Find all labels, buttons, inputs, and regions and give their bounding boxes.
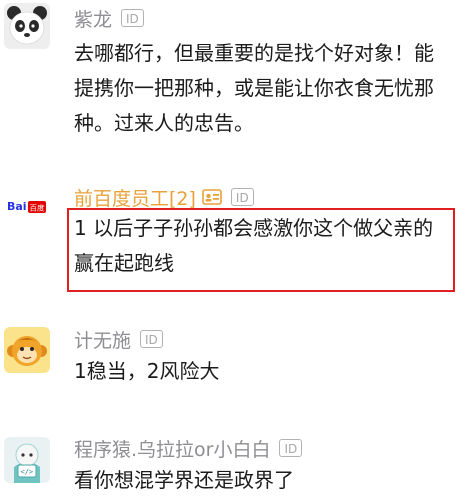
comment-content: 1 以后子子孙孙都会感激你这个做父亲的 赢在起跑线	[74, 216, 434, 275]
username[interactable]: 程序猿.乌拉拉or小白白	[74, 435, 270, 462]
id-badge: ID	[140, 330, 163, 348]
panda-icon	[4, 3, 50, 49]
avatar[interactable]: </>	[4, 437, 50, 483]
name-row: 前百度员工[2] ID	[74, 184, 254, 210]
comment-item: </> 程序猿.乌拉拉or小白白 ID 看你想混学界还是政界了	[0, 430, 471, 497]
avatar[interactable]: Bai 百度	[4, 183, 50, 229]
svg-text:百度: 百度	[30, 203, 45, 213]
comment-content: 去哪都行，但最重要的是找个好对象！能提携你一把那种，或是能让你衣食无忧那种。过来…	[74, 41, 434, 135]
monkey-icon	[4, 327, 50, 373]
comment-item: Bai 百度 前百度员工[2] ID 1 以后子子孙孙都会感激你这个做父亲的 赢…	[0, 175, 471, 315]
baidu-logo-icon: Bai 百度	[4, 183, 50, 229]
username[interactable]: 紫龙	[74, 5, 112, 32]
avatar[interactable]	[4, 327, 50, 373]
comment-item: 计无施 ID 1稳当，2风险大	[0, 320, 471, 420]
svg-text:Bai: Bai	[7, 200, 27, 213]
username[interactable]: 前百度员工[2]	[74, 184, 196, 211]
comment-content: 看你想混学界还是政界了	[74, 468, 294, 492]
id-badge: ID	[279, 439, 303, 457]
username[interactable]: 计无施	[74, 326, 131, 353]
id-badge: ID	[121, 9, 144, 27]
vcard-icon	[202, 189, 222, 205]
avatar[interactable]	[4, 3, 50, 49]
comment-item: 紫龙 ID 去哪都行，但最重要的是找个好对象！能提携你一把那种，或是能让你衣食无…	[0, 0, 471, 160]
name-row: 紫龙 ID	[74, 5, 144, 31]
comment-list: 紫龙 ID 去哪都行，但最重要的是找个好对象！能提携你一把那种，或是能让你衣食无…	[0, 0, 471, 497]
coder-icon: </>	[4, 437, 50, 483]
name-row: 程序猿.乌拉拉or小白白 ID	[74, 435, 303, 462]
comment-content: 1稳当，2风险大	[74, 359, 220, 383]
id-badge: ID	[230, 188, 254, 206]
svg-text:</>: </>	[21, 468, 34, 476]
name-row: 计无施 ID	[74, 326, 163, 352]
